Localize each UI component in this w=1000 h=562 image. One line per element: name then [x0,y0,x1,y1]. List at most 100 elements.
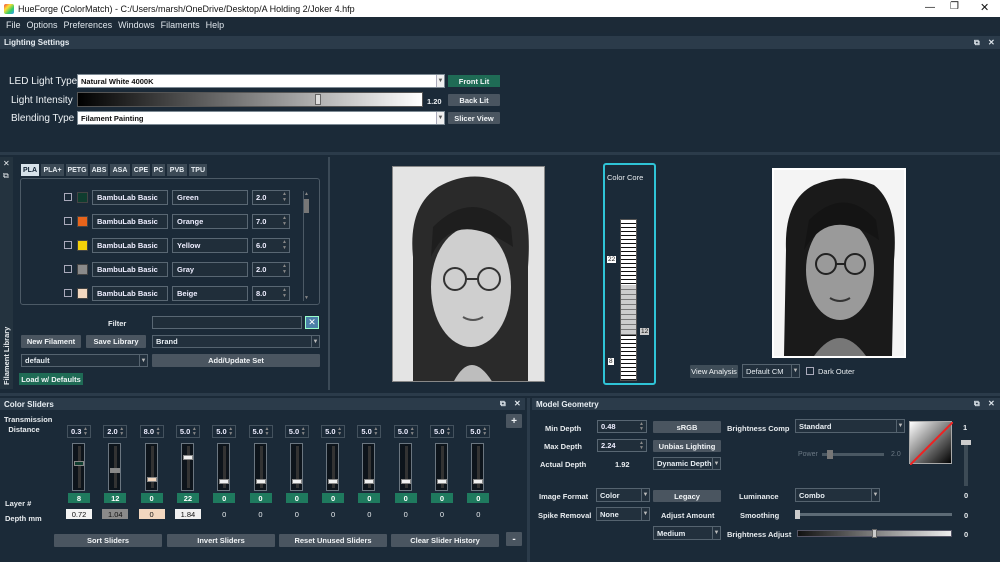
sort-sliders-button[interactable]: Sort Sliders [54,534,162,547]
tab-pla-plus[interactable]: PLA+ [41,164,64,176]
slider-thumb[interactable] [219,479,230,484]
layer-slider-track[interactable] [144,443,158,491]
dark-outer-checkbox[interactable] [806,367,814,375]
float-icon[interactable]: ⧉ [500,399,506,409]
spin-arrows-icon[interactable]: ▲ ▼ [83,427,89,437]
min-depth-input[interactable]: 0.48 ▲ ▼ [597,420,647,433]
tab-petg[interactable]: PETG [66,164,88,176]
layer-number[interactable]: 0 [467,493,490,503]
led-light-type-select[interactable]: Natural White 4000K ▼ [77,74,445,88]
brand-field[interactable]: BambuLab Basic [92,190,168,205]
list-scrollbar[interactable]: ▲ ▼ [303,191,309,301]
close-icon[interactable]: ✕ [988,38,995,47]
row-checkbox[interactable] [64,193,72,201]
brand-select[interactable]: Brand ▼ [152,335,320,348]
layer-slider-track[interactable] [72,443,85,491]
brand-field[interactable]: BambuLab Basic [92,286,168,301]
row-checkbox[interactable] [64,217,72,225]
spin-arrows-icon[interactable]: ▲ ▼ [282,264,288,275]
transmission-distance-input[interactable]: 5.0 ▲ ▼ [175,425,200,438]
slider-thumb[interactable] [400,479,411,484]
row-checkbox[interactable] [64,265,72,273]
slider-thumb[interactable] [795,510,800,519]
slider-thumb[interactable] [110,468,121,473]
slider-thumb[interactable] [437,479,447,484]
max-depth-input[interactable]: 2.24 ▲ ▼ [597,439,647,452]
filter-input[interactable] [152,316,302,329]
transmission-distance-input[interactable]: 5.0 ▲ ▼ [430,425,454,438]
smoothing-slider[interactable] [795,510,952,519]
cm-select[interactable]: Default CM ▼ [742,364,800,378]
add-slider-button[interactable]: + [506,414,522,428]
spin-arrows-icon[interactable]: ▲ ▼ [482,427,488,437]
brand-field[interactable]: BambuLab Basic [92,238,168,253]
spin-arrows-icon[interactable]: ▲ ▼ [265,427,271,437]
spin-arrows-icon[interactable]: ▲ ▼ [282,240,288,251]
spin-arrows-icon[interactable]: ▲ ▼ [410,427,416,437]
transmission-distance-input[interactable]: 8.0 ▲ ▼ [139,425,164,438]
color-name-field[interactable]: Gray [172,262,248,277]
layer-number[interactable]: 0 [140,493,163,503]
clear-slider-history-button[interactable]: Clear Slider History [391,534,499,547]
slider-thumb[interactable] [182,455,193,460]
transmission-distance-input[interactable]: 5.0 ▲ ▼ [321,425,346,438]
spin-arrows-icon[interactable]: ▲ ▼ [373,427,379,437]
slider-thumb[interactable] [473,479,484,484]
legacy-button[interactable]: Legacy [653,490,721,502]
color-name-field[interactable]: Green [172,190,248,205]
layer-number[interactable]: 22 [176,493,199,503]
brand-field[interactable]: BambuLab Basic [92,262,168,277]
layer-slider-track[interactable] [435,443,448,491]
filament-row[interactable]: BambuLab Basic Gray 2.0 ▲ ▼ [62,262,297,277]
filament-row[interactable]: BambuLab Basic Yellow 6.0 ▲ ▼ [62,238,297,253]
spin-arrows-icon[interactable]: ▲ ▼ [337,427,343,437]
spin-arrows-icon[interactable]: ▲ ▼ [282,192,288,203]
td-input[interactable]: 7.0 ▲ ▼ [252,214,290,229]
spin-arrows-icon[interactable]: ▲ ▼ [192,427,198,437]
spin-arrows-icon[interactable]: ▲ ▼ [156,427,162,437]
invert-sliders-button[interactable]: Invert Sliders [167,534,275,547]
float-icon[interactable]: ⧉ [974,38,980,48]
brightness-comp-select[interactable]: Standard ▼ [795,419,905,433]
spike-removal-select[interactable]: None ▼ [596,507,650,521]
remove-slider-button[interactable]: - [506,532,522,546]
tab-pla[interactable]: PLA [21,164,39,176]
layer-slider-track[interactable] [253,443,267,491]
new-filament-button[interactable]: New Filament [21,335,81,348]
luminance-select[interactable]: Combo ▼ [795,488,880,502]
filament-row[interactable]: BambuLab Basic Green 2.0 ▲ ▼ [62,190,297,205]
close-icon[interactable]: ✕ [980,1,989,14]
float-icon[interactable]: ⧉ [974,399,980,409]
reset-unused-sliders-button[interactable]: Reset Unused Sliders [279,534,387,547]
filter-clear-icon[interactable]: ✕ [305,316,319,329]
view-analysis-button[interactable]: View Analysis [690,365,738,378]
add-update-set-button[interactable]: Add/Update Set [152,354,320,367]
layer-slider-track[interactable] [289,443,303,491]
set-select[interactable]: default ▼ [21,354,148,367]
layer-number[interactable]: 0 [431,493,453,503]
transmission-distance-input[interactable]: 5.0 ▲ ▼ [466,425,491,438]
adjust-amount-select[interactable]: Medium ▼ [653,526,721,540]
maximize-icon[interactable]: ❐ [950,1,959,12]
layer-slider-track[interactable] [108,443,122,491]
tab-abs[interactable]: ABS [90,164,108,176]
filament-row[interactable]: BambuLab Basic Beige 8.0 ▲ ▼ [62,286,297,301]
srgb-button[interactable]: sRGB [653,421,721,433]
row-checkbox[interactable] [64,289,72,297]
color-name-field[interactable]: Orange [172,214,248,229]
slider-thumb[interactable] [74,461,84,466]
menu-help[interactable]: Help [206,20,225,30]
scroll-thumb[interactable] [304,199,309,213]
float-icon[interactable]: ⧉ [3,171,9,181]
layer-number[interactable]: 0 [213,493,236,503]
spin-arrows-icon[interactable]: ▲ ▼ [639,441,645,451]
td-input[interactable]: 2.0 ▲ ▼ [252,262,290,277]
dynamic-depth-select[interactable]: Dynamic Depth ▼ [653,457,721,470]
slider-thumb[interactable] [364,479,375,484]
layer-slider-track[interactable] [180,443,194,491]
transmission-distance-input[interactable]: 5.0 ▲ ▼ [357,425,382,438]
unbias-lighting-button[interactable]: Unbias Lighting [653,440,721,452]
light-intensity-slider[interactable] [77,92,423,107]
tab-pc[interactable]: PC [152,164,165,176]
brand-field[interactable]: BambuLab Basic [92,214,168,229]
